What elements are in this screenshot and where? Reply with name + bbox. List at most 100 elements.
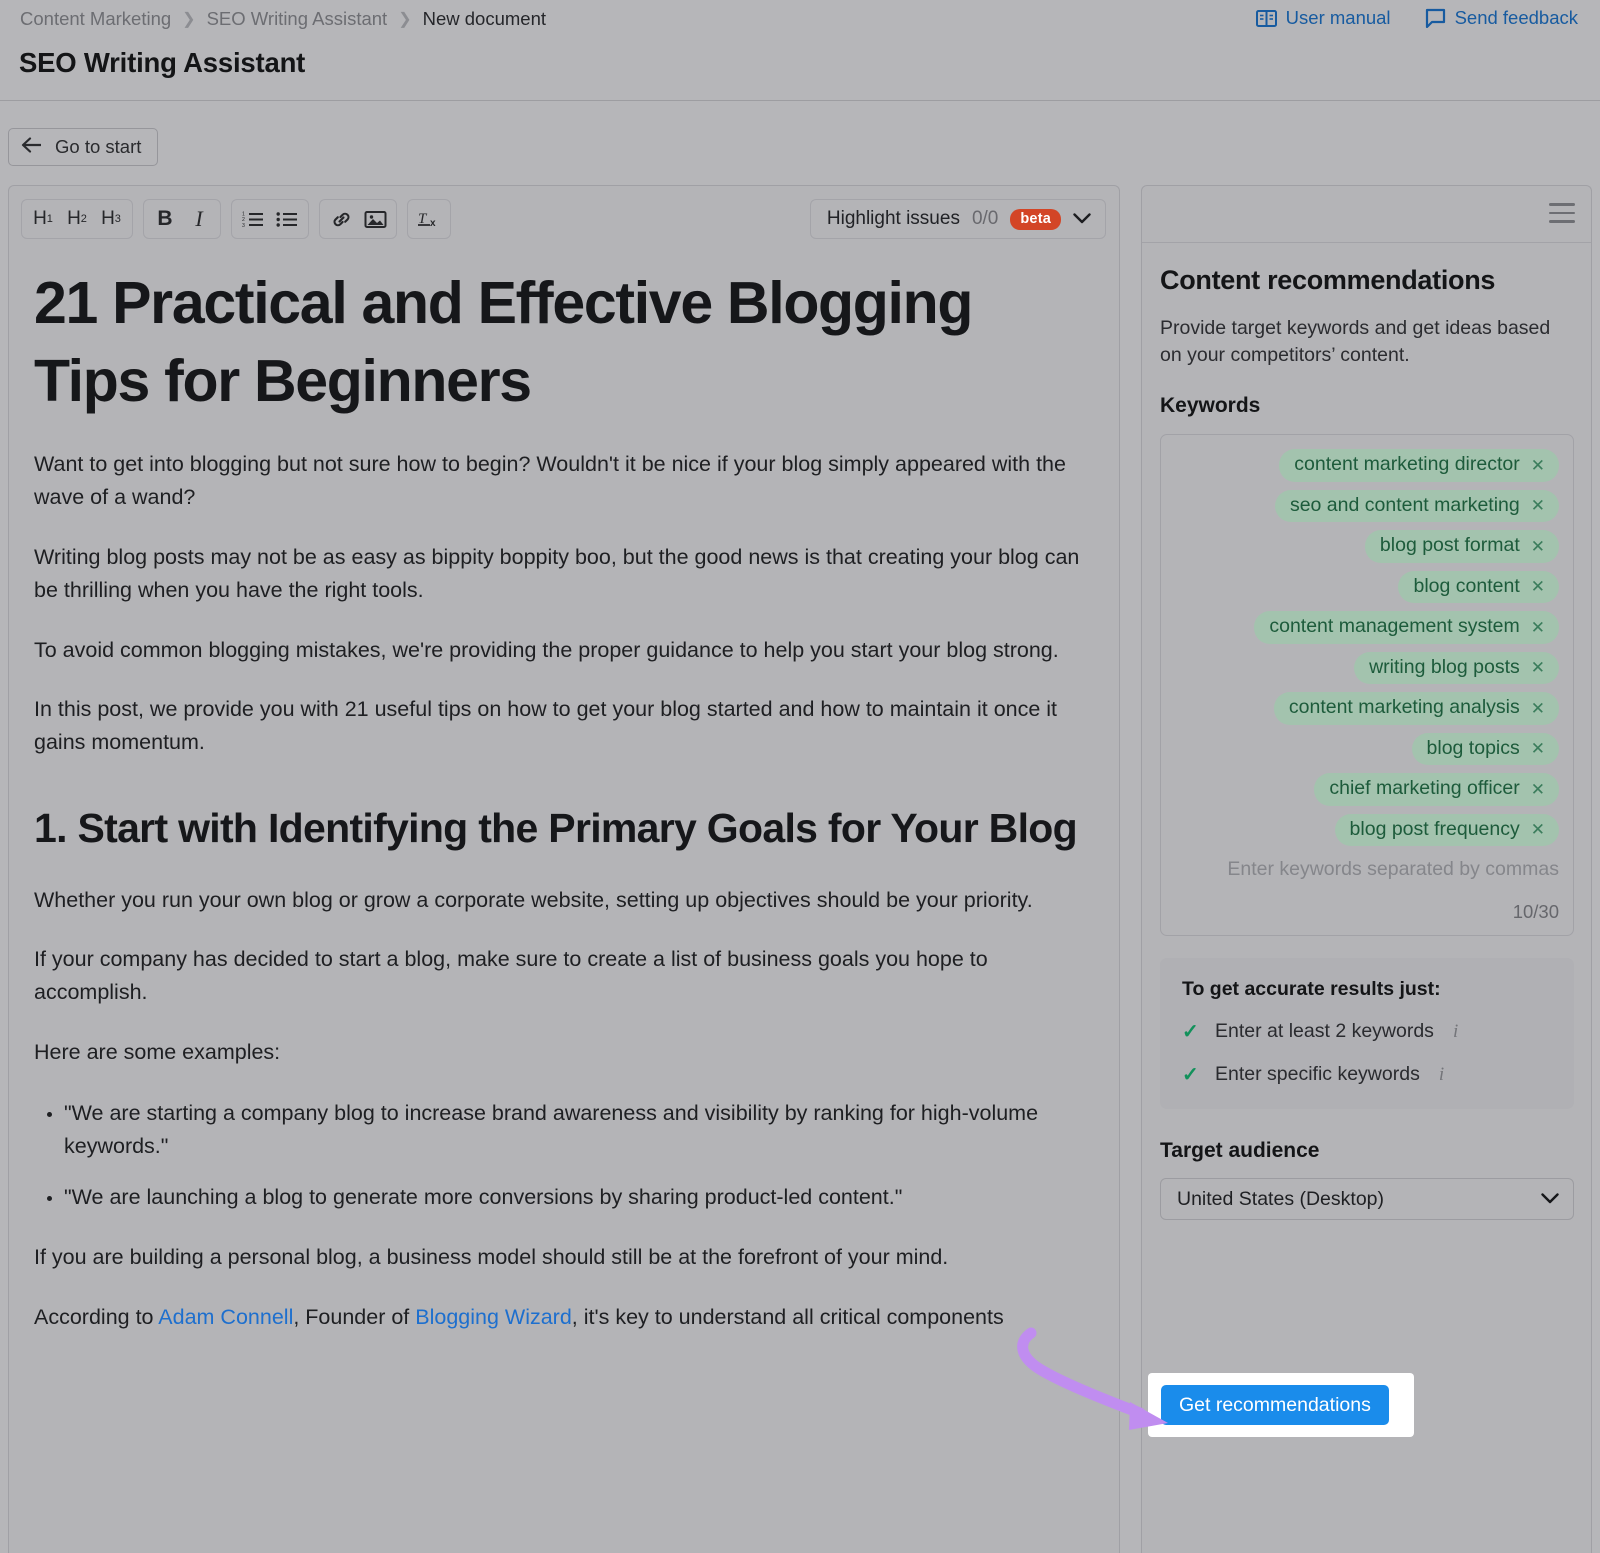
- highlight-issues-label: Highlight issues: [826, 208, 960, 229]
- keyword-chip-label: content marketing analysis: [1288, 696, 1520, 719]
- document-editor[interactable]: 21 Practical and Effective Blogging Tips…: [9, 264, 1119, 1334]
- target-audience-select[interactable]: United States (Desktop): [1160, 1178, 1574, 1221]
- document-paragraph-with-links[interactable]: According to Adam Connell, Founder of Bl…: [34, 1301, 1097, 1334]
- document-paragraph[interactable]: Want to get into blogging but not sure h…: [34, 448, 1097, 514]
- send-feedback-link[interactable]: Send feedback: [1425, 7, 1578, 29]
- bullet-list-icon[interactable]: [270, 202, 304, 236]
- keyword-chip[interactable]: writing blog posts ✕: [1354, 651, 1559, 685]
- clear-formatting-button[interactable]: T x: [412, 202, 446, 236]
- document-paragraph[interactable]: Here are some examples:: [34, 1036, 1097, 1069]
- header-links: User manual Send feedback: [1255, 7, 1578, 29]
- remove-keyword-icon[interactable]: ✕: [1531, 538, 1545, 555]
- toolbar-subbar: Go to start: [0, 101, 1600, 185]
- arrow-left-icon: [21, 136, 43, 158]
- beta-badge: beta: [1010, 208, 1061, 230]
- keyword-chip-label: content management system: [1269, 615, 1520, 638]
- accurate-results-item: ✓ Enter at least 2 keywords i: [1182, 1019, 1554, 1044]
- go-to-start-button[interactable]: Go to start: [8, 128, 159, 166]
- remove-keyword-icon[interactable]: ✕: [1531, 619, 1545, 636]
- remove-keyword-icon[interactable]: ✕: [1531, 821, 1545, 838]
- hamburger-icon[interactable]: [1549, 203, 1575, 225]
- remove-keyword-icon[interactable]: ✕: [1531, 457, 1545, 474]
- panel-description: Provide target keywords and get ideas ba…: [1160, 317, 1551, 366]
- panel-title: Content recommendations: [1160, 265, 1496, 295]
- heading-button-group: H1 H2 H3: [21, 199, 133, 239]
- chevron-right-icon: ❯: [182, 11, 196, 28]
- breadcrumb-item-0[interactable]: Content Marketing: [20, 8, 171, 30]
- highlight-issues-dropdown[interactable]: Highlight issues 0/0 beta: [809, 199, 1106, 239]
- keyword-chip[interactable]: content management system ✕: [1254, 611, 1559, 644]
- heading-3-button[interactable]: H3: [94, 202, 128, 236]
- keyword-chip-list: content marketing director ✕ seo and cont…: [1175, 449, 1559, 847]
- link-icon[interactable]: [324, 202, 358, 236]
- remove-keyword-icon[interactable]: ✕: [1531, 700, 1545, 717]
- keyword-chip[interactable]: blog post format ✕: [1364, 530, 1559, 563]
- document-paragraph[interactable]: If your company has decided to start a b…: [34, 943, 1097, 1009]
- check-icon: ✓: [1182, 1021, 1199, 1044]
- editor-panel: H1 H2 H3 B I 1 2 3 T x Highlight issues …: [8, 185, 1120, 1553]
- heading-1-button[interactable]: H1: [26, 202, 60, 236]
- italic-button[interactable]: I: [182, 202, 216, 236]
- breadcrumb: Content Marketing ❯ SEO Writing Assistan…: [20, 8, 546, 30]
- breadcrumb-item-1[interactable]: SEO Writing Assistant: [207, 8, 388, 30]
- document-heading-2[interactable]: 1. Start with Identifying the Primary Go…: [34, 801, 1097, 856]
- keyword-chip-label: writing blog posts: [1369, 655, 1520, 678]
- bold-button[interactable]: B: [148, 202, 182, 236]
- keyword-chip[interactable]: seo and content marketing ✕: [1274, 489, 1559, 523]
- remove-keyword-icon[interactable]: ✕: [1531, 497, 1545, 514]
- go-to-start-label: Go to start: [55, 136, 142, 157]
- keyword-chip-label: chief marketing officer: [1329, 777, 1520, 800]
- document-paragraph[interactable]: Writing blog posts may not be as easy as…: [34, 541, 1097, 607]
- remove-keyword-icon[interactable]: ✕: [1531, 659, 1545, 676]
- adam-connell-link[interactable]: Adam Connell: [158, 1305, 293, 1329]
- keyword-chip[interactable]: blog topics ✕: [1411, 732, 1559, 766]
- app-header: Content Marketing ❯ SEO Writing Assistan…: [0, 0, 1600, 101]
- svg-text:x: x: [430, 218, 436, 229]
- chevron-down-icon: [1073, 211, 1091, 228]
- chevron-down-icon: [1541, 1191, 1559, 1208]
- blogging-wizard-link[interactable]: Blogging Wizard: [415, 1305, 572, 1329]
- check-icon: ✓: [1182, 1064, 1199, 1087]
- list-item[interactable]: "We are starting a company blog to incre…: [64, 1097, 1097, 1163]
- ordered-list-icon[interactable]: 1 2 3: [236, 202, 270, 236]
- keyword-chip[interactable]: blog post frequency ✕: [1334, 813, 1559, 847]
- document-paragraph[interactable]: If you are building a personal blog, a b…: [34, 1241, 1097, 1274]
- keywords-input-box[interactable]: content marketing director ✕ seo and cont…: [1160, 434, 1574, 937]
- document-paragraph[interactable]: Whether you run your own blog or grow a …: [34, 884, 1097, 917]
- keyword-chip[interactable]: content marketing director ✕: [1279, 449, 1559, 482]
- image-icon[interactable]: [358, 202, 392, 236]
- editor-toolbar: H1 H2 H3 B I 1 2 3 T x Highlight issues …: [9, 186, 1119, 252]
- target-audience-label: Target audience: [1160, 1139, 1320, 1163]
- remove-keyword-icon[interactable]: ✕: [1531, 740, 1545, 757]
- chevron-right-icon: ❯: [398, 11, 412, 28]
- panel-header: [1142, 186, 1591, 243]
- content-recommendations-panel: Content recommendations Provide target k…: [1141, 185, 1592, 1553]
- get-recommendations-button[interactable]: Get recommendations: [1161, 1385, 1389, 1425]
- breadcrumb-item-2: New document: [422, 8, 547, 29]
- keyword-chip-label: blog post frequency: [1349, 817, 1520, 840]
- list-item[interactable]: "We are launching a blog to generate mor…: [64, 1181, 1097, 1214]
- user-manual-link[interactable]: User manual: [1255, 7, 1391, 29]
- document-paragraph[interactable]: In this post, we provide you with 21 use…: [34, 693, 1097, 759]
- page-title: SEO Writing Assistant: [19, 47, 306, 78]
- accurate-results-title: To get accurate results just:: [1182, 978, 1441, 1001]
- target-audience-value: United States (Desktop): [1177, 1187, 1385, 1210]
- info-icon[interactable]: i: [1453, 1021, 1458, 1043]
- keywords-counter: 10/30: [1512, 901, 1559, 923]
- clear-format-group: T x: [407, 199, 451, 239]
- remove-keyword-icon[interactable]: ✕: [1531, 781, 1545, 798]
- keyword-chip[interactable]: chief marketing officer ✕: [1314, 773, 1559, 806]
- keyword-chip[interactable]: blog content ✕: [1398, 570, 1559, 604]
- info-icon[interactable]: i: [1439, 1064, 1444, 1086]
- keywords-placeholder: Enter keywords separated by commas: [1227, 858, 1559, 881]
- accurate-results-item: ✓ Enter specific keywords i: [1182, 1062, 1554, 1087]
- send-feedback-label: Send feedback: [1454, 7, 1578, 28]
- document-heading-1[interactable]: 21 Practical and Effective Blogging Tips…: [34, 264, 1097, 421]
- text-fragment: , Founder of: [293, 1304, 416, 1329]
- heading-2-button[interactable]: H2: [60, 202, 94, 236]
- keyword-chip[interactable]: content marketing analysis ✕: [1273, 692, 1559, 725]
- keyword-chip-label: blog post format: [1379, 534, 1520, 557]
- document-paragraph[interactable]: To avoid common blogging mistakes, we're…: [34, 634, 1097, 667]
- remove-keyword-icon[interactable]: ✕: [1531, 578, 1545, 595]
- keywords-label: Keywords: [1160, 394, 1261, 418]
